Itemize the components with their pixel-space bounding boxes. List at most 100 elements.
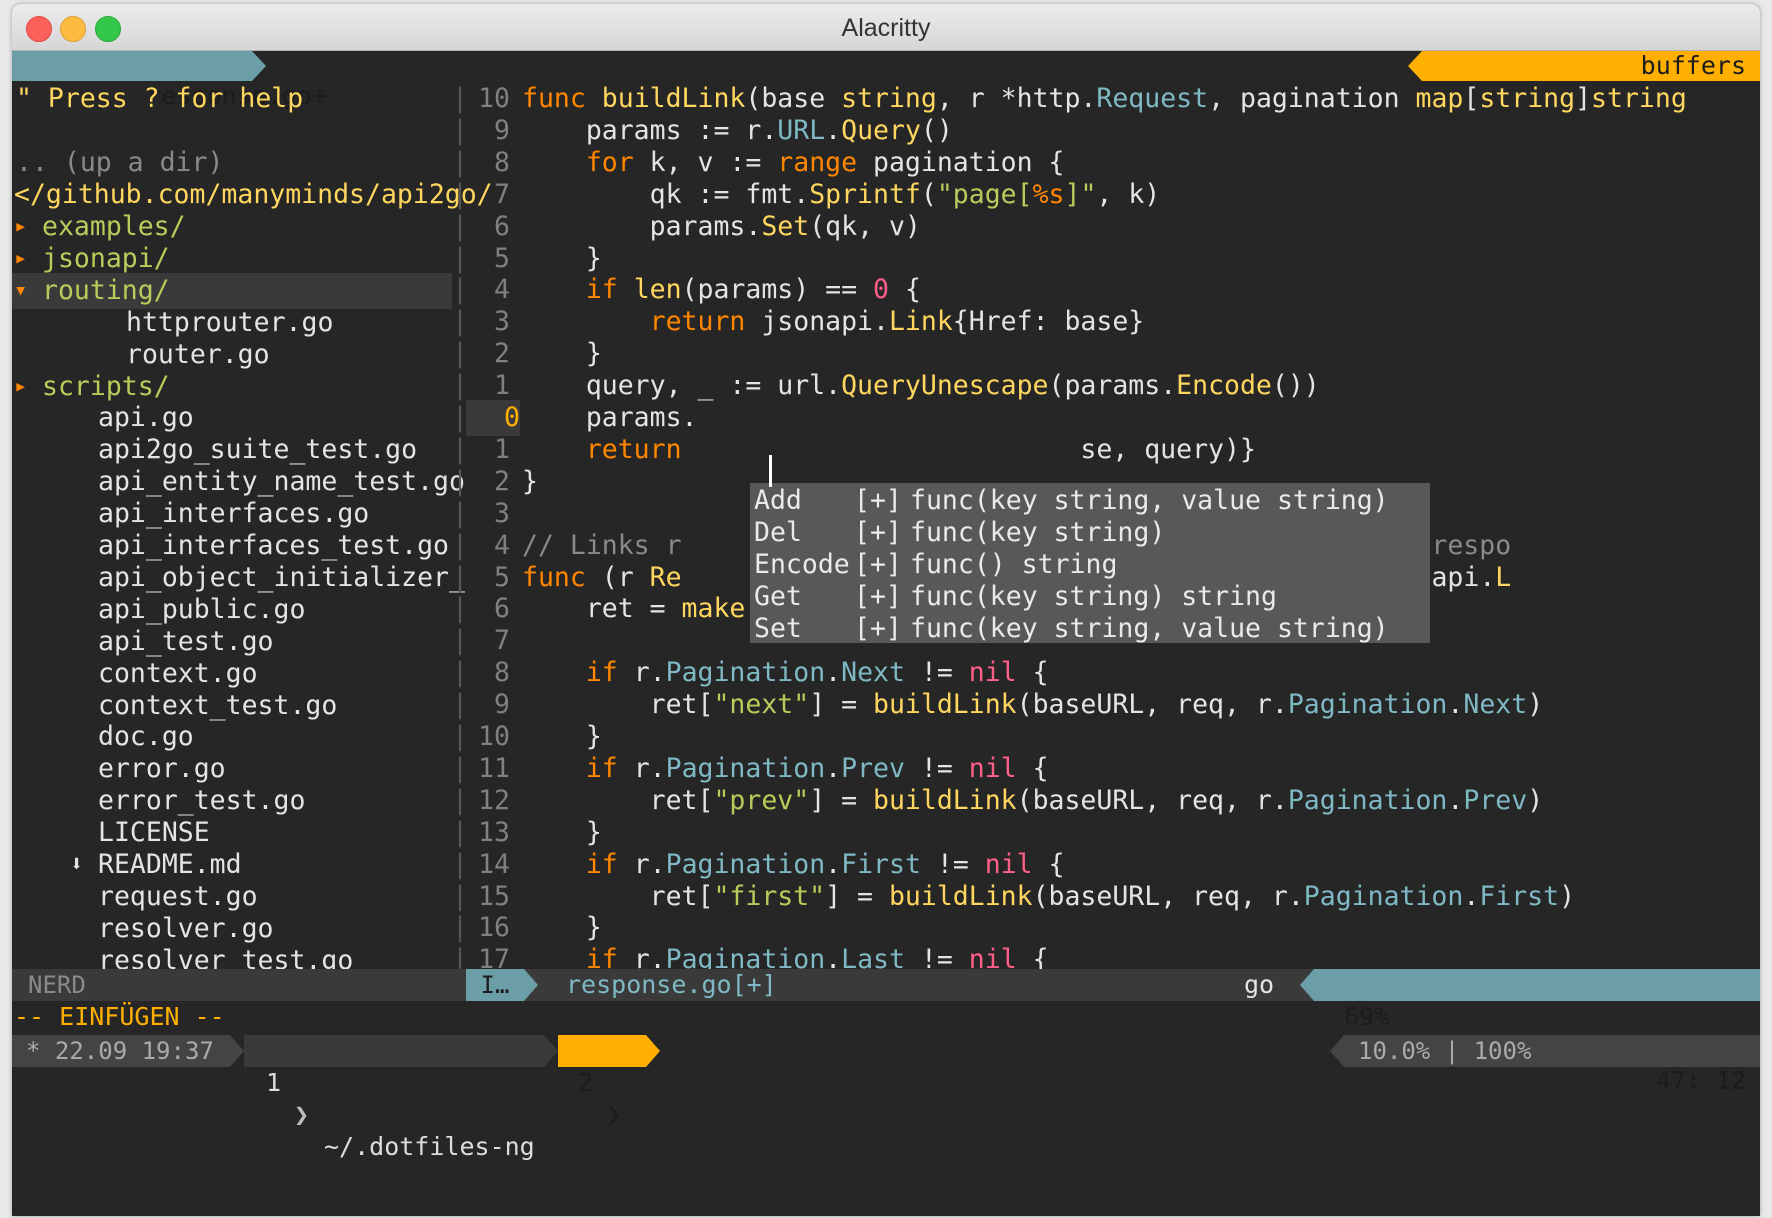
code-token: } [522, 721, 602, 752]
tree-item-label: context.go [98, 657, 258, 689]
tree-item[interactable]: ▸ jsonapi/ [12, 241, 452, 277]
code-token: nil [968, 944, 1017, 969]
code-text: ret["first"] = buildLink(baseURL, req, r… [522, 879, 1575, 915]
completion-sig: func(key string) [910, 516, 1166, 548]
code-token: qk := fmt. [522, 178, 810, 210]
code-token: ret[ [522, 880, 714, 912]
code-token: (qk, v) [809, 210, 921, 242]
code-text: ret["next"] = buildLink(baseURL, req, r.… [522, 687, 1544, 723]
completion-kind: [+] [854, 516, 902, 548]
code-token: ) [1559, 880, 1576, 912]
tree-item[interactable]: api_entity_name_test.go [12, 464, 465, 500]
code-token: != [904, 752, 969, 784]
tree-item[interactable]: api_test.go [12, 624, 452, 660]
completion-word: Add [754, 485, 802, 516]
code-line[interactable]: 8 if r.Pagination.Next != nil { [466, 655, 1760, 691]
code-line[interactable]: 9 params := r.URL.Query() [466, 113, 1760, 149]
tree-item[interactable]: ▸ examples/ [12, 209, 452, 245]
code-line[interactable]: 3 return jsonapi.Link{Href: base} [466, 304, 1760, 340]
code-token: ()) [1271, 370, 1320, 402]
line-number: 8 [494, 657, 510, 689]
tree-item-label: api_interfaces_test.go [98, 530, 449, 561]
file-tab[interactable]: response.go+ [12, 51, 327, 110]
tree-item-label: examples/ [42, 211, 186, 242]
line-number: 16 [478, 912, 510, 944]
code-line[interactable]: 9 ret["next"] = buildLink(baseURL, req, … [466, 687, 1760, 723]
code-token: "prev" [713, 784, 810, 816]
completion-item[interactable]: Del [+] func(key string) [750, 515, 1430, 551]
tmux-arrow-3 [646, 1035, 660, 1067]
code-line[interactable]: 13 } [466, 815, 1760, 851]
tree-up-dir[interactable]: .. (up a dir) [16, 145, 223, 181]
tree-item-label: scripts/ [42, 370, 170, 402]
tree-item[interactable]: context_test.go [12, 688, 452, 724]
code-line[interactable]: 17 if r.Pagination.Last != nil { [466, 942, 1760, 969]
buffers-label[interactable]: buffers [1422, 51, 1760, 81]
terminal-area[interactable]: response.go+ buffers " Press ? for help … [12, 51, 1760, 1216]
tree-root[interactable]: </github.com/manyminds/api2go/ [14, 177, 493, 213]
code-line[interactable]: 12 ret["prev"] = buildLink(baseURL, req,… [466, 783, 1760, 819]
line-number: 13 [478, 816, 510, 848]
completion-item[interactable]: Set [+] func(key string, value string) [750, 611, 1430, 647]
tree-item[interactable]: context.go [12, 656, 452, 692]
code-token: (r [601, 561, 650, 593]
completion-item[interactable]: Encode [+] func() string [750, 547, 1430, 583]
tree-item[interactable]: httprouter.go [12, 305, 452, 341]
code-token: ] = [825, 880, 889, 912]
tree-item[interactable]: router.go [12, 337, 452, 373]
tree-item[interactable]: ⬇ README.md [12, 847, 452, 883]
completion-sig: func(key string, value string) [910, 485, 1389, 516]
code-line[interactable]: 4 if len(params) == 0 { [466, 272, 1760, 308]
completion-word: Get [754, 580, 802, 612]
tree-item[interactable]: LICENSE [12, 815, 452, 851]
code-line[interactable]: 2 } [466, 336, 1760, 372]
code-line[interactable]: 1 query, _ := url.QueryUnescape(params.E… [466, 368, 1760, 404]
code-line[interactable]: 15 ret["first"] = buildLink(baseURL, req… [466, 879, 1760, 915]
code-token: return [522, 433, 682, 465]
tree-item[interactable]: error_test.go [12, 783, 452, 819]
code-token: params. [522, 402, 698, 433]
tree-item[interactable]: api_public.go [12, 592, 452, 628]
code-token: ] = [809, 784, 874, 816]
line-number: 4 [494, 274, 510, 306]
tree-item[interactable]: ▾ routing/ [12, 272, 452, 309]
code-text: if r.Pagination.Last != nil { [522, 942, 1049, 969]
line-number: 7 [494, 178, 510, 210]
tmux-window-1[interactable]: 1 ❯ ~/.dotfiles-ng [244, 1035, 544, 1161]
tree-item[interactable]: api_interfaces_test.go [12, 528, 452, 564]
tree-item[interactable]: request.go [12, 879, 452, 915]
completion-item[interactable]: Get [+] func(key string) string [750, 579, 1430, 615]
tree-item[interactable]: api.go [12, 400, 452, 436]
code-line[interactable]: 10 func buildLink(base string, r *http.Re… [466, 81, 1760, 117]
tree-item[interactable]: resolver.go [12, 911, 452, 947]
code-line[interactable]: 7 qk := fmt.Sprintf("page[%s]", k) [466, 177, 1760, 213]
tree-item[interactable]: error.go [12, 751, 452, 787]
code-line[interactable]: 0 params. [466, 400, 1760, 436]
code-token: != [904, 657, 969, 689]
tree-item[interactable]: doc.go [12, 719, 452, 755]
code-token: Sprintf [809, 178, 921, 210]
code-line[interactable]: 1 return se, query)} [466, 432, 1760, 468]
code-line[interactable]: 6 params.Set(qk, v) [466, 209, 1760, 245]
code-line[interactable]: 11 if r.Pagination.Prev != nil { [466, 751, 1760, 787]
code-line[interactable]: 5 } [466, 241, 1760, 277]
tree-item[interactable]: api_object_initializer_ [12, 560, 465, 596]
tree-item[interactable]: ▸ scripts/ [12, 369, 452, 405]
code-line[interactable]: 14 if r.Pagination.First != nil { [466, 847, 1760, 883]
code-token: { [1032, 848, 1065, 880]
code-line[interactable]: 8 for k, v := range pagination { [466, 145, 1760, 181]
code-token: ] [1575, 83, 1592, 114]
code-token: , k) [1096, 178, 1161, 210]
code-line[interactable]: 10 } [466, 719, 1760, 755]
completion-word: Del [754, 516, 802, 548]
code-line[interactable]: 16 } [466, 910, 1760, 946]
tmux-window-2[interactable]: 2 ❯ [558, 1035, 646, 1129]
tree-item[interactable]: api2go_suite_test.go [12, 432, 452, 468]
code-token: . [825, 752, 842, 784]
code-token: params := r. [522, 114, 778, 146]
buffers-arrow [1408, 51, 1422, 81]
tree-item[interactable]: api_interfaces.go [12, 496, 452, 532]
completion-item[interactable]: Add [+] func(key string, value string) [750, 483, 1430, 519]
code-text: } [522, 719, 602, 755]
line-number: 11 [478, 752, 510, 784]
